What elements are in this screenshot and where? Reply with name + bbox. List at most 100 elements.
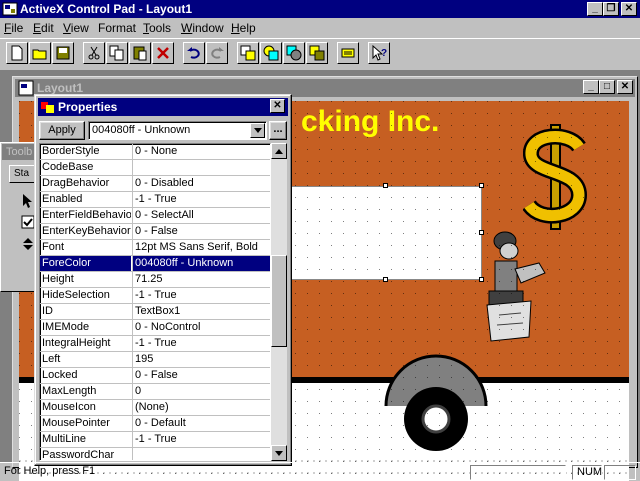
copy-button[interactable] xyxy=(106,42,128,64)
new-button[interactable] xyxy=(6,42,28,64)
bring-forward-button[interactable] xyxy=(283,42,305,64)
redo-button[interactable] xyxy=(206,42,228,64)
property-name: IMEMode xyxy=(42,321,90,333)
property-row[interactable]: IntegralHeight -1 - True xyxy=(40,336,270,352)
property-row[interactable]: IMEMode 0 - NoControl xyxy=(40,320,270,336)
layout-close-button[interactable]: ✕ xyxy=(617,80,633,94)
property-value[interactable]: 0 - SelectAll xyxy=(132,208,270,223)
property-value[interactable]: -1 - True xyxy=(132,288,270,303)
scroll-down-button[interactable] xyxy=(271,445,287,461)
property-name: DragBehavior xyxy=(42,177,110,189)
send-backward-button[interactable] xyxy=(306,42,328,64)
property-value[interactable]: -1 - True xyxy=(132,432,270,447)
property-name: MouseIcon xyxy=(42,401,96,413)
layout-maximize-button[interactable]: □ xyxy=(599,80,615,94)
property-value[interactable]: 0 - NoControl xyxy=(132,320,270,335)
app-title-bar: ActiveX Control Pad - Layout1 _ ❐ ✕ xyxy=(0,0,640,18)
cut-button[interactable] xyxy=(83,42,105,64)
property-value[interactable]: 71.25 xyxy=(132,272,270,287)
ellipsis-button[interactable]: ... xyxy=(269,121,287,140)
toolbar: ? xyxy=(0,38,640,68)
close-button[interactable]: ✕ xyxy=(621,2,637,16)
delete-button[interactable] xyxy=(152,42,174,64)
property-value[interactable] xyxy=(132,448,270,460)
snap-to-grid-button[interactable] xyxy=(337,42,359,64)
property-name: MousePointer xyxy=(42,417,110,429)
property-row[interactable]: EnterKeyBehavior 0 - False xyxy=(40,224,270,240)
send-to-back-icon xyxy=(263,45,279,61)
property-row[interactable]: ForeColor 004080ff - Unknown xyxy=(40,256,270,272)
property-value[interactable]: 0 - False xyxy=(132,224,270,239)
menu-view[interactable]: View xyxy=(63,21,89,35)
svg-text:?: ? xyxy=(381,48,387,59)
bring-to-front-button[interactable] xyxy=(237,42,259,64)
minimize-button[interactable]: _ xyxy=(587,2,603,16)
property-value[interactable]: (None) xyxy=(132,400,270,415)
menu-edit[interactable]: Edit xyxy=(33,21,54,35)
menu-format[interactable]: Format xyxy=(98,21,136,35)
save-disk-icon xyxy=(56,46,70,60)
pointer-tool-icon[interactable] xyxy=(21,193,35,209)
arrow-down-icon xyxy=(275,451,283,456)
toolbox-title[interactable]: Toolb xyxy=(2,144,38,160)
property-value-input[interactable]: 004080ff - Unknown xyxy=(88,121,267,140)
property-value[interactable]: TextBox1 xyxy=(132,304,270,319)
property-name: EnterFieldBehavior xyxy=(42,209,131,221)
property-value[interactable]: 0 - False xyxy=(132,368,270,383)
bring-forward-icon xyxy=(286,45,302,61)
property-value[interactable]: 0 - Default xyxy=(132,416,270,431)
context-help-button[interactable]: ? xyxy=(368,42,390,64)
layout-doc-icon xyxy=(18,80,34,96)
property-row[interactable]: BorderStyle 0 - None xyxy=(40,144,270,160)
property-row[interactable]: ID TextBox1 xyxy=(40,304,270,320)
properties-window: Properties ✕ Apply 004080ff - Unknown ..… xyxy=(34,94,292,466)
property-row[interactable]: CodeBase xyxy=(40,160,270,176)
property-row[interactable]: PasswordChar xyxy=(40,448,270,460)
property-row[interactable]: Left 195 xyxy=(40,352,270,368)
restore-button[interactable]: ❐ xyxy=(603,2,619,16)
property-value[interactable]: 004080ff - Unknown xyxy=(132,256,270,271)
property-value[interactable]: -1 - True xyxy=(132,336,270,351)
value-dropdown-button[interactable] xyxy=(250,123,265,138)
truck-banner-text: cking Inc. xyxy=(301,105,440,138)
spinbutton-tool-icon[interactable] xyxy=(21,237,35,251)
properties-close-button[interactable]: ✕ xyxy=(270,99,285,113)
save-button[interactable] xyxy=(52,42,74,64)
properties-title-bar[interactable]: Properties ✕ xyxy=(38,98,288,116)
property-value[interactable]: 195 xyxy=(132,352,270,367)
apply-button[interactable]: Apply xyxy=(39,121,85,140)
property-value[interactable]: 12pt MS Sans Serif, Bold xyxy=(132,240,270,255)
menu-file[interactable]: File xyxy=(4,21,23,35)
property-row[interactable]: Locked 0 - False xyxy=(40,368,270,384)
property-value[interactable]: 0 xyxy=(132,384,270,399)
property-row[interactable]: Height 71.25 xyxy=(40,272,270,288)
open-button[interactable] xyxy=(29,42,51,64)
property-value[interactable]: 0 - Disabled xyxy=(132,176,270,191)
menu-window[interactable]: Window xyxy=(181,21,224,35)
menu-tools[interactable]: Tools xyxy=(143,21,171,35)
paste-button[interactable] xyxy=(129,42,151,64)
property-row[interactable]: EnterFieldBehavior 0 - SelectAll xyxy=(40,208,270,224)
property-value[interactable]: 0 - None xyxy=(132,144,270,159)
scroll-up-button[interactable] xyxy=(271,143,287,159)
property-name: BorderStyle xyxy=(42,145,100,157)
checkbox-tool-icon[interactable] xyxy=(21,215,35,229)
layout-minimize-button[interactable]: _ xyxy=(583,80,599,94)
property-row[interactable]: MaxLength 0 xyxy=(40,384,270,400)
property-row[interactable]: DragBehavior 0 - Disabled xyxy=(40,176,270,192)
property-scrollbar[interactable] xyxy=(271,143,287,461)
property-row[interactable]: MouseIcon (None) xyxy=(40,400,270,416)
property-row[interactable]: MultiLine -1 - True xyxy=(40,432,270,448)
menu-help[interactable]: Help xyxy=(231,21,256,35)
property-row[interactable]: Font 12pt MS Sans Serif, Bold xyxy=(40,240,270,256)
property-row[interactable]: MousePointer 0 - Default xyxy=(40,416,270,432)
send-to-back-button[interactable] xyxy=(260,42,282,64)
toolbox-standard-tab[interactable]: Sta xyxy=(9,165,37,183)
property-name: Height xyxy=(42,273,74,285)
property-value[interactable] xyxy=(132,160,270,175)
property-row[interactable]: Enabled -1 - True xyxy=(40,192,270,208)
undo-button[interactable] xyxy=(183,42,205,64)
property-row[interactable]: HideSelection -1 - True xyxy=(40,288,270,304)
scroll-thumb[interactable] xyxy=(271,255,287,347)
property-value[interactable]: -1 - True xyxy=(132,192,270,207)
